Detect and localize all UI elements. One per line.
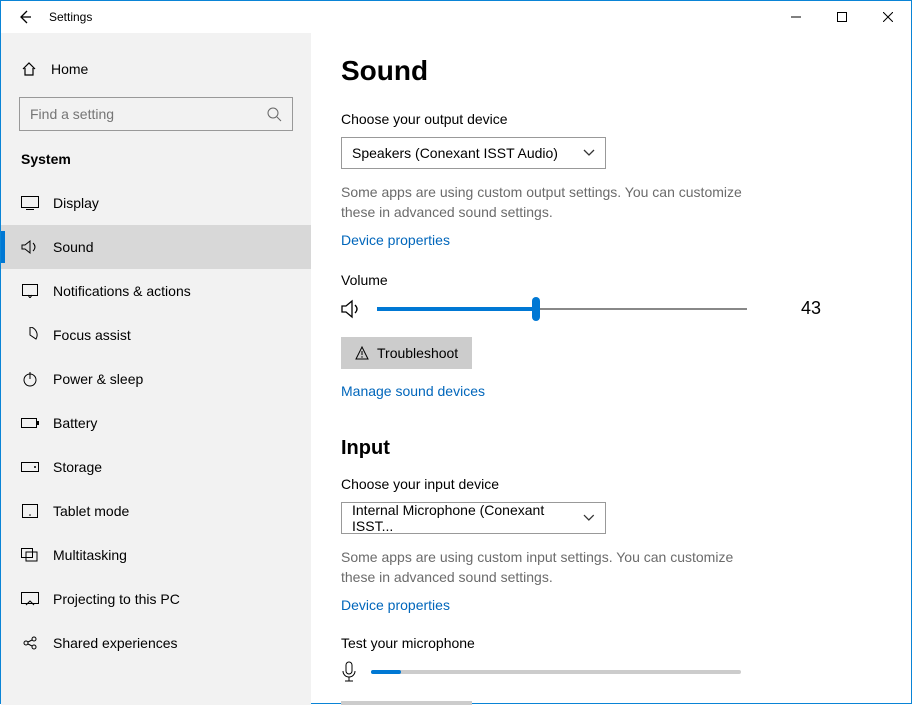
sidebar-item-multitasking[interactable]: Multitasking	[1, 533, 311, 577]
back-button[interactable]	[1, 1, 49, 33]
mic-level-meter	[371, 670, 741, 674]
sidebar-item-label: Shared experiences	[53, 635, 178, 651]
speaker-icon	[341, 299, 363, 319]
sidebar-item-shared-experiences[interactable]: Shared experiences	[1, 621, 311, 665]
focus-assist-icon	[21, 326, 39, 344]
close-icon	[883, 12, 893, 22]
input-heading: Input	[341, 437, 881, 460]
input-choose-label: Choose your input device	[341, 476, 881, 492]
sidebar-item-battery[interactable]: Battery	[1, 401, 311, 445]
sidebar-item-label: Sound	[53, 239, 93, 255]
test-mic-label: Test your microphone	[341, 635, 881, 651]
chevron-down-icon	[583, 149, 595, 157]
shared-icon	[21, 634, 39, 652]
manage-sound-devices-link[interactable]: Manage sound devices	[341, 383, 485, 399]
sidebar-item-label: Tablet mode	[53, 503, 129, 519]
titlebar: Settings	[1, 1, 911, 33]
page-title: Sound	[341, 55, 881, 87]
output-device-properties-link[interactable]: Device properties	[341, 232, 450, 248]
battery-icon	[21, 414, 39, 432]
sidebar-item-label: Projecting to this PC	[53, 591, 180, 607]
sidebar-item-tablet-mode[interactable]: Tablet mode	[1, 489, 311, 533]
input-troubleshoot-button[interactable]: Troubleshoot	[341, 701, 472, 705]
sidebar-item-sound[interactable]: Sound	[1, 225, 311, 269]
troubleshoot-label: Troubleshoot	[377, 345, 458, 361]
volume-value: 43	[801, 298, 821, 319]
storage-icon	[21, 458, 39, 476]
warning-icon	[355, 346, 369, 360]
display-icon	[21, 194, 39, 212]
home-icon	[21, 61, 37, 77]
chevron-down-icon	[583, 514, 595, 522]
volume-label: Volume	[341, 272, 881, 288]
sidebar-home-label: Home	[51, 61, 88, 77]
minimize-icon	[791, 12, 801, 22]
sidebar-item-label: Power & sleep	[53, 371, 143, 387]
arrow-left-icon	[17, 9, 33, 25]
output-choose-label: Choose your output device	[341, 111, 881, 127]
sidebar: Home System Display Sound Notifications …	[1, 33, 311, 705]
sidebar-item-label: Focus assist	[53, 327, 131, 343]
maximize-button[interactable]	[819, 1, 865, 33]
sidebar-item-label: Notifications & actions	[53, 283, 191, 299]
output-note: Some apps are using custom output settin…	[341, 183, 771, 222]
search-field[interactable]	[30, 106, 257, 122]
output-troubleshoot-button[interactable]: Troubleshoot	[341, 337, 472, 369]
output-device-value: Speakers (Conexant ISST Audio)	[352, 145, 558, 161]
main-panel: Sound Choose your output device Speakers…	[311, 33, 911, 705]
search-icon	[266, 106, 282, 122]
multitasking-icon	[21, 546, 39, 564]
sidebar-home[interactable]: Home	[1, 53, 311, 85]
close-button[interactable]	[865, 1, 911, 33]
minimize-button[interactable]	[773, 1, 819, 33]
sidebar-item-label: Multitasking	[53, 547, 127, 563]
sidebar-item-label: Display	[53, 195, 99, 211]
sidebar-item-label: Storage	[53, 459, 102, 475]
power-icon	[21, 370, 39, 388]
input-device-properties-link[interactable]: Device properties	[341, 597, 450, 613]
projecting-icon	[21, 590, 39, 608]
sidebar-item-storage[interactable]: Storage	[1, 445, 311, 489]
sidebar-item-label: Battery	[53, 415, 97, 431]
window-title: Settings	[49, 10, 92, 24]
input-device-value: Internal Microphone (Conexant ISST...	[352, 502, 583, 534]
sidebar-item-power-sleep[interactable]: Power & sleep	[1, 357, 311, 401]
tablet-icon	[21, 502, 39, 520]
output-device-select[interactable]: Speakers (Conexant ISST Audio)	[341, 137, 606, 169]
sidebar-item-notifications[interactable]: Notifications & actions	[1, 269, 311, 313]
sidebar-item-focus-assist[interactable]: Focus assist	[1, 313, 311, 357]
input-device-select[interactable]: Internal Microphone (Conexant ISST...	[341, 502, 606, 534]
microphone-icon	[341, 661, 357, 683]
input-note: Some apps are using custom input setting…	[341, 548, 771, 587]
search-input[interactable]	[19, 97, 293, 131]
notifications-icon	[21, 282, 39, 300]
sidebar-item-projecting[interactable]: Projecting to this PC	[1, 577, 311, 621]
sidebar-section-title: System	[1, 147, 311, 181]
volume-slider[interactable]	[377, 299, 747, 319]
sound-icon	[21, 238, 39, 256]
sidebar-item-display[interactable]: Display	[1, 181, 311, 225]
maximize-icon	[837, 12, 847, 22]
